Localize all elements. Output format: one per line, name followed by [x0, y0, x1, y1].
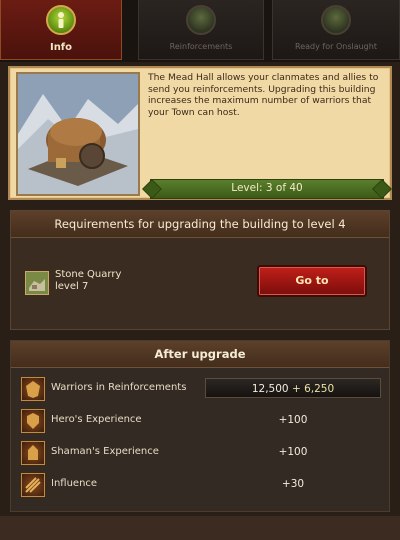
go-to-button[interactable]: Go to — [257, 265, 367, 297]
influence-icon — [21, 473, 45, 497]
warriors-bonus-value: + 6,250 — [291, 383, 335, 395]
requirement-level: level 7 — [55, 281, 89, 292]
after-upgrade-panel: After upgrade Warriors in Reinforcements… — [10, 340, 390, 512]
hero-icon — [21, 409, 45, 433]
stat-label: Hero's Experience — [51, 414, 142, 425]
tab-onslaught-label: Ready for Onslaught — [295, 42, 377, 51]
tab-ready-for-onslaught[interactable]: Ready for Onslaught — [272, 0, 400, 60]
reinforcements-icon — [186, 5, 216, 35]
warriors-icon — [21, 377, 45, 401]
onslaught-icon — [321, 5, 351, 35]
stat-row-influence: Influence +30 — [11, 471, 389, 499]
shaman-icon — [21, 441, 45, 465]
stat-row-shaman-experience: Shaman's Experience +100 — [11, 439, 389, 467]
warriors-current-value: 12,500 — [251, 383, 289, 395]
stat-label: Shaman's Experience — [51, 446, 159, 457]
level-indicator: Level: 3 of 40 — [150, 179, 384, 199]
stone-quarry-icon — [25, 271, 49, 295]
building-info-panel: The Mead Hall allows your clanmates and … — [8, 66, 392, 200]
info-icon — [46, 5, 76, 35]
requirement-name: Stone Quarry — [55, 269, 122, 280]
stat-label: Warriors in Reinforcements — [51, 382, 187, 393]
building-image — [16, 72, 140, 196]
tab-info[interactable]: Info — [0, 0, 122, 60]
bottom-strip — [0, 516, 400, 540]
after-upgrade-header: After upgrade — [11, 341, 389, 368]
stat-label: Influence — [51, 478, 98, 489]
stat-value: +100 — [278, 414, 308, 426]
tab-reinforcements-label: Reinforcements — [169, 42, 233, 51]
requirements-panel: Requirements for upgrading the building … — [10, 210, 390, 330]
stat-value: +30 — [281, 478, 305, 490]
tab-bar: Info Reinforcements Ready for Onslaught — [0, 0, 400, 62]
stat-value: +100 — [278, 446, 308, 458]
requirements-header: Requirements for upgrading the building … — [11, 211, 389, 238]
tab-reinforcements[interactable]: Reinforcements — [138, 0, 264, 60]
building-description: The Mead Hall allows your clanmates and … — [148, 72, 379, 118]
tab-info-label: Info — [49, 42, 73, 53]
stat-value: 12,500 + 6,250 — [205, 378, 381, 398]
stat-row-hero-experience: Hero's Experience +100 — [11, 407, 389, 435]
stat-row-warriors: Warriors in Reinforcements 12,500 + 6,25… — [11, 375, 389, 403]
requirement-item: Stone Quarry level 7 — [55, 269, 121, 293]
